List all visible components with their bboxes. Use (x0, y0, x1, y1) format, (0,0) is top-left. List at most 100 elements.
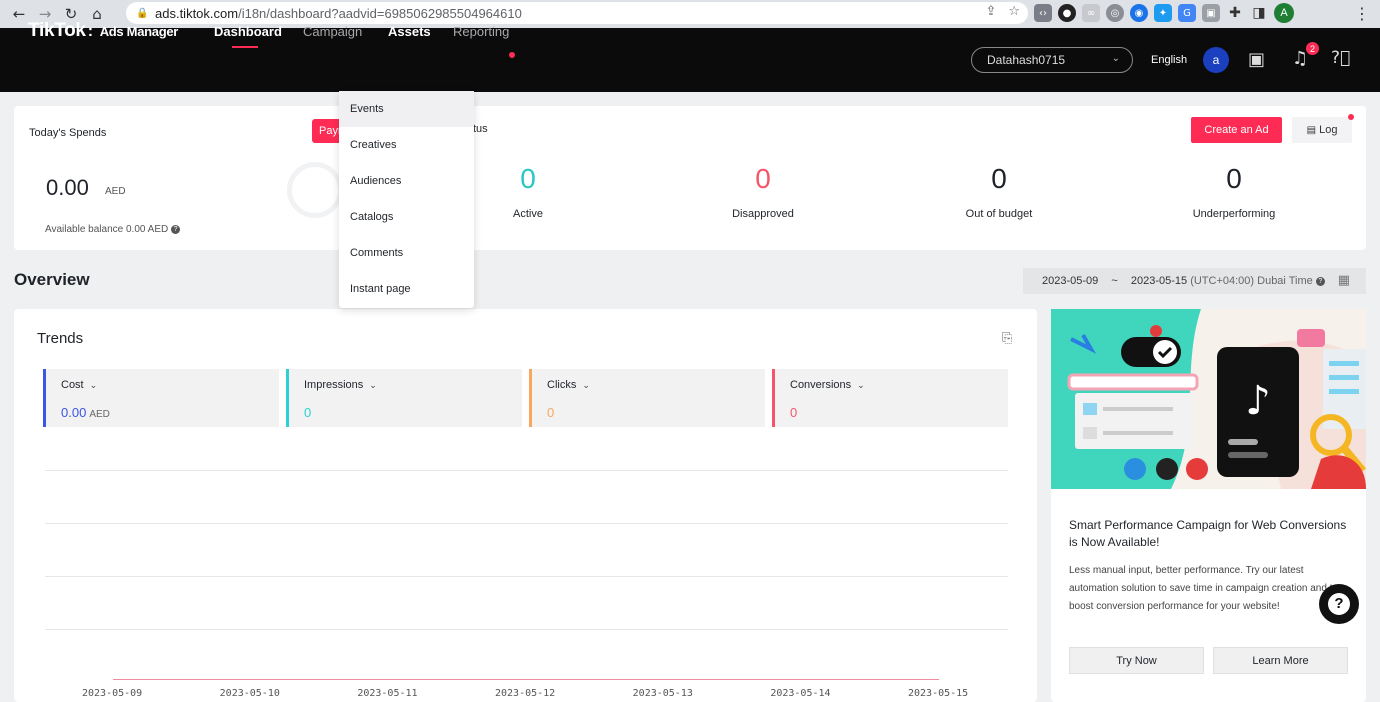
x-tick-label: 2023-05-13 (632, 688, 693, 699)
promo-title: Smart Performance Campaign for Web Conve… (1069, 518, 1347, 549)
spend-progress-ring (287, 162, 343, 218)
user-avatar[interactable]: a (1203, 47, 1229, 73)
help-chat-button[interactable]: ? (1319, 584, 1359, 624)
date-range-picker[interactable]: 2023-05-09 ~ 2023-05-15 (UTC+04:00) Duba… (1023, 268, 1366, 294)
menu-item-catalogs[interactable]: Catalogs (339, 199, 474, 235)
metric-clicks-label: Clicks ⌄ (547, 379, 590, 391)
account-selector[interactable]: Datahash0715 ⌄ (971, 47, 1133, 73)
timezone-help-icon[interactable]: ? (1315, 276, 1325, 286)
question-mark-icon: ? (1328, 593, 1350, 615)
menu-item-events[interactable]: Events (339, 91, 474, 127)
extension-twitter-icon[interactable]: ✦ (1154, 4, 1172, 22)
metric-impressions-label: Impressions ⌄ (304, 379, 377, 391)
metric-cost-label: Cost ⌄ (61, 379, 98, 391)
nav-campaign[interactable]: Campaign (303, 24, 362, 39)
svg-text:♪: ♪ (1245, 378, 1271, 424)
metric-conversions-label: Conversions ⌄ (790, 379, 865, 391)
metric-color-bar (286, 369, 289, 427)
menu-item-audiences[interactable]: Audiences (339, 163, 474, 199)
chevron-down-icon: ⌄ (89, 381, 98, 391)
export-icon[interactable]: ⎘ (1002, 331, 1012, 346)
payment-button[interactable]: Paym (312, 119, 342, 143)
stat-underperforming-label: Underperforming (1192, 208, 1276, 220)
create-ad-button[interactable]: Create an Ad (1191, 117, 1282, 143)
chevron-down-icon: ⌄ (582, 381, 590, 391)
briefcase-icon[interactable]: ▣ (1248, 49, 1265, 70)
side-panel-icon[interactable]: ◨ (1250, 4, 1268, 22)
menu-item-creatives[interactable]: Creatives (339, 127, 474, 163)
log-label: Log (1319, 124, 1338, 136)
share-icon[interactable]: ⇪ (985, 4, 996, 19)
metric-clicks-value: 0 (547, 405, 555, 420)
brand-logo[interactable]: TikTok: Ads Manager (28, 20, 178, 42)
url-path: /i18n/dashboard?aadvid=69850629855049646… (238, 5, 522, 21)
profile-avatar[interactable]: A (1274, 3, 1294, 23)
address-bar[interactable]: 🔒 ads.tiktok.com/i18n/dashboard?aadvid=6… (126, 2, 1028, 24)
nav-dashboard[interactable]: Dashboard (214, 24, 282, 39)
stat-active-value[interactable]: 0 (468, 163, 588, 195)
metric-color-bar (43, 369, 46, 427)
metric-color-bar (529, 369, 532, 427)
metric-clicks[interactable]: Clicks ⌄ 0 (529, 369, 765, 427)
chart-series-line (113, 679, 939, 680)
brand-name: TikTok (28, 20, 86, 41)
metric-color-bar (772, 369, 775, 427)
extension-octopus-icon[interactable]: ● (1058, 4, 1076, 22)
menu-item-instant-page[interactable]: Instant page (339, 271, 474, 307)
metric-impressions-value: 0 (304, 405, 312, 420)
extension-globe-icon[interactable]: ◎ (1106, 4, 1124, 22)
chart-gridline (45, 523, 1008, 524)
x-tick-label: 2023-05-09 (82, 688, 143, 699)
x-tick-label: 2023-05-11 (357, 688, 418, 699)
browser-toolbar: ← → ↻ ⌂ 🔒 ads.tiktok.com/i18n/dashboard?… (0, 0, 1380, 28)
extension-eye-icon[interactable]: ◉ (1130, 4, 1148, 22)
try-now-button[interactable]: Try Now (1069, 647, 1204, 674)
log-button[interactable]: ▤ Log (1292, 117, 1352, 143)
stat-out-of-budget-label: Out of budget (965, 208, 1033, 220)
balance-help-icon[interactable]: ? (171, 224, 181, 234)
extension-code-icon[interactable]: ‹› (1034, 4, 1052, 22)
metric-cost[interactable]: Cost ⌄ 0.00 AED (43, 369, 279, 427)
nav-assets[interactable]: Assets (388, 24, 431, 39)
metric-cost-value: 0.00 AED (61, 405, 110, 420)
learn-more-button[interactable]: Learn More (1213, 647, 1348, 674)
chevron-down-icon: ⌄ (1111, 53, 1120, 64)
spend-value: 0.00 (46, 175, 89, 200)
metric-conversions[interactable]: Conversions ⌄ 0 (772, 369, 1008, 427)
todays-spends-title: Today's Spends (29, 127, 107, 139)
help-icon[interactable]: ?⃝ (1331, 48, 1350, 68)
x-tick-label: 2023-05-10 (219, 688, 280, 699)
chart-gridline (45, 629, 1008, 630)
promo-description: Less manual input, better performance. T… (1069, 565, 1339, 612)
stat-underperforming-value[interactable]: 0 (1174, 163, 1294, 195)
metric-impressions[interactable]: Impressions ⌄ 0 (286, 369, 522, 427)
chevron-down-icon: ⌄ (857, 381, 865, 391)
language-selector[interactable]: English (1151, 54, 1187, 66)
trends-title: Trends (37, 330, 84, 347)
extension-link-icon[interactable]: ∞ (1082, 4, 1100, 22)
bookmark-star-icon[interactable]: ☆ (1008, 4, 1020, 19)
extensions-icon[interactable]: ✚ (1226, 4, 1244, 22)
chart-gridline (45, 470, 1008, 471)
notification-badge: 2 (1306, 42, 1319, 55)
menu-item-comments[interactable]: Comments (339, 235, 474, 271)
calendar-icon: ▦ (1337, 273, 1350, 288)
extension-translate-icon[interactable]: G (1178, 4, 1196, 22)
x-tick-label: 2023-05-12 (495, 688, 556, 699)
stat-disapproved-value[interactable]: 0 (703, 163, 823, 195)
account-name: Datahash0715 (987, 53, 1066, 67)
lock-icon: 🔒 (136, 7, 149, 19)
chart-gridline (45, 576, 1008, 577)
chevron-down-icon: ⌄ (369, 381, 377, 391)
promo-illustration: ♪ (1051, 309, 1366, 489)
stat-out-of-budget-value[interactable]: 0 (939, 163, 1059, 195)
available-balance-text: Available balance 0.00 AED (45, 224, 169, 235)
x-tick-label: 2023-05-15 (908, 688, 969, 699)
nav-reporting[interactable]: Reporting (453, 24, 509, 39)
x-tick-label: 2023-05-14 (770, 688, 831, 699)
extension-puzzle-gray-icon[interactable]: ▣ (1202, 4, 1220, 22)
browser-menu-icon[interactable]: ⋮ (1354, 4, 1370, 23)
log-notification-dot (1348, 114, 1354, 120)
stat-active-label: Active (513, 208, 543, 220)
reporting-notification-dot (509, 52, 515, 58)
